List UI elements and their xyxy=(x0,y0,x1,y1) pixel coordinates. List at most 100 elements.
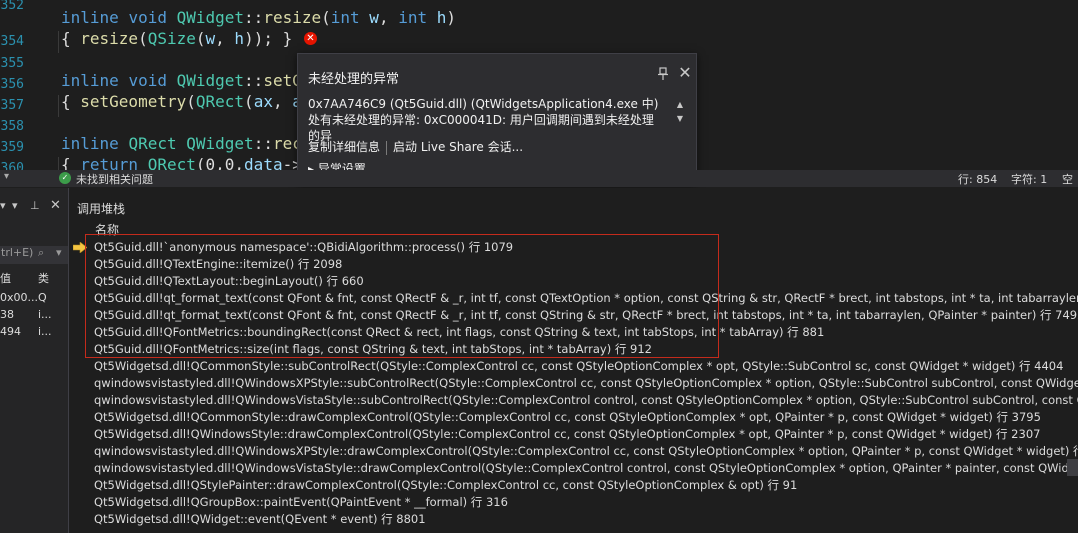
call-stack-frame[interactable]: qwindowsvistastyled.dll!QWindowsXPStyle:… xyxy=(70,375,1078,392)
code-token: ( xyxy=(186,92,196,111)
call-stack-frame[interactable]: Qt5Guid.dll!qt_format_text(const QFont &… xyxy=(70,290,1078,307)
code-token: ) xyxy=(446,8,457,27)
code-token: , xyxy=(215,29,235,48)
call-stack-frame[interactable]: Qt5Widgetsd.dll!QGroupBox::paintEvent(QP… xyxy=(70,494,1078,511)
divider xyxy=(386,140,388,155)
error-icon[interactable]: ✕ xyxy=(304,32,317,45)
code-line[interactable]: { return QRect(0,0,data-> xyxy=(61,155,302,170)
char-indicator[interactable]: 字符: 1 xyxy=(1011,171,1047,187)
code-token: QWidget xyxy=(176,71,245,90)
call-stack-frame[interactable]: Qt5Widgetsd.dll!QWidget::event(QEvent * … xyxy=(70,511,1078,528)
issues-status[interactable]: 未找到相关问题 xyxy=(76,171,153,187)
code-token: QRect xyxy=(195,92,245,111)
frame-text: Qt5Widgetsd.dll!QStylePainter::drawCompl… xyxy=(94,478,798,492)
call-stack-list[interactable]: Qt5Guid.dll!`anonymous namespace'::QBidi… xyxy=(70,239,1078,528)
code-line[interactable]: inline void QWidget::setG xyxy=(61,71,302,90)
line-number-gutter: 352 354 355 356 357 358 359 360 xyxy=(0,0,30,170)
call-stack-frame[interactable]: Qt5Widgetsd.dll!QWindowsStyle::drawCompl… xyxy=(70,426,1078,443)
fold-guide xyxy=(58,31,59,53)
copy-details-link[interactable]: 复制详细信息 xyxy=(308,140,380,154)
code-token: QWidget xyxy=(186,134,254,153)
type-cell: Q xyxy=(38,291,47,304)
frame-text: Qt5Widgetsd.dll!QWindowsStyle::drawCompl… xyxy=(94,427,1041,441)
call-stack-frame[interactable]: Qt5Guid.dll!QTextEngine::itemize() 行 209… xyxy=(70,256,1078,273)
call-stack-frame[interactable]: Qt5Guid.dll!QTextLayout::beginLayout() 行… xyxy=(70,273,1078,290)
code-token: ( xyxy=(138,29,148,48)
chevron-down-icon[interactable]: ▾ xyxy=(0,199,6,212)
call-stack-frame[interactable]: qwindowsvistastyled.dll!QWindowsXPStyle:… xyxy=(70,443,1078,460)
line-number: 356 xyxy=(0,77,24,92)
code-token: } xyxy=(272,29,293,48)
fold-guide xyxy=(58,95,59,117)
scroll-up-icon[interactable]: ▲ xyxy=(674,100,686,110)
scrollbar[interactable] xyxy=(1067,459,1078,476)
call-stack-frame[interactable]: qwindowsvistastyled.dll!QWindowsVistaSty… xyxy=(70,460,1078,477)
code-token: void xyxy=(128,8,167,27)
chevron-down-icon[interactable]: ▾ xyxy=(56,246,62,259)
line-number: 359 xyxy=(0,140,24,155)
list-item[interactable]: 38 i... xyxy=(0,308,68,325)
frame-text: Qt5Guid.dll!QTextLayout::beginLayout() 行… xyxy=(94,274,364,288)
frame-text: Qt5Guid.dll!QFontMetrics::size(int flags… xyxy=(94,342,652,356)
scroll-down-icon[interactable]: ▼ xyxy=(674,114,686,124)
frame-text: Qt5Guid.dll!QFontMetrics::boundingRect(c… xyxy=(94,325,825,339)
current-frame-arrow-icon xyxy=(73,242,87,253)
line-indicator[interactable]: 行: 854 xyxy=(958,171,997,187)
name-column-header[interactable]: 名称 xyxy=(95,221,119,238)
column-header[interactable]: 名称 xyxy=(70,220,1078,237)
code-token: ( xyxy=(244,92,254,111)
value-cell: 0x00... xyxy=(0,291,38,304)
call-stack-frame[interactable]: Qt5Widgetsd.dll!QCommonStyle::subControl… xyxy=(70,358,1078,375)
exception-actions: 复制详细信息 启动 Live Share 会话... xyxy=(308,138,523,155)
code-token: ( xyxy=(195,29,206,48)
call-stack-frame[interactable]: Qt5Guid.dll!QFontMetrics::size(int flags… xyxy=(70,341,1078,358)
call-stack-frame[interactable]: Qt5Guid.dll!`anonymous namespace'::QBidi… xyxy=(70,239,1078,256)
code-token: return xyxy=(80,155,139,170)
code-token: , xyxy=(378,8,399,27)
pin-icon[interactable] xyxy=(656,67,670,81)
search-input[interactable]: trl+E) ⌕ ▾ xyxy=(0,246,68,264)
code-token: { xyxy=(61,155,81,170)
call-stack-frame[interactable]: Qt5Widgetsd.dll!QCommonStyle::drawComple… xyxy=(70,409,1078,426)
chevron-down-icon[interactable]: ▾ xyxy=(4,171,9,182)
call-stack-frame[interactable]: Qt5Widgetsd.dll!QStylePainter::drawCompl… xyxy=(70,477,1078,494)
code-token: , xyxy=(272,92,293,111)
close-icon[interactable]: ✕ xyxy=(677,65,693,81)
panel-toolbar: ▾ ▾ ⊥ ✕ xyxy=(0,198,68,213)
call-stack-panel: 调用堆栈 名称 Qt5Guid.dll!`anonymous namespace… xyxy=(70,188,1078,533)
call-stack-frame[interactable]: Qt5Guid.dll!qt_format_text(const QFont &… xyxy=(70,307,1078,324)
code-token: ax xyxy=(253,92,273,111)
close-icon[interactable]: ✕ xyxy=(50,198,61,213)
call-stack-frame[interactable]: qwindowsvistastyled.dll!QWindowsVistaSty… xyxy=(70,392,1078,409)
frame-text: qwindowsvistastyled.dll!QWindowsXPStyle:… xyxy=(94,444,1078,458)
code-token: inline xyxy=(61,71,119,90)
code-line[interactable]: inline QRect QWidget::rect xyxy=(61,134,311,153)
code-token: h xyxy=(234,29,245,48)
code-token: data xyxy=(244,155,283,170)
line-number: 357 xyxy=(0,98,24,113)
code-token: resize xyxy=(80,29,139,48)
chevron-down-icon[interactable]: ▾ xyxy=(12,199,18,212)
frame-text: Qt5Guid.dll!qt_format_text(const QFont &… xyxy=(94,308,1078,322)
search-icon[interactable]: ⌕ xyxy=(38,246,44,260)
list-item[interactable]: 494 i... xyxy=(0,325,68,342)
call-stack-frame[interactable]: Qt5Guid.dll!QFontMetrics::boundingRect(c… xyxy=(70,324,1078,341)
code-token: { xyxy=(61,92,81,111)
code-token: h xyxy=(436,8,447,27)
code-line[interactable]: inline void QWidget::resize(int w, int h… xyxy=(61,8,456,27)
pin-icon[interactable]: ⊥ xyxy=(30,199,40,212)
code-line[interactable]: { setGeometry(QRect(ax, a xyxy=(61,92,302,111)
code-token: int xyxy=(398,8,428,27)
code-line[interactable]: { resize(QSize(w, h)); } xyxy=(61,29,292,48)
code-token: void xyxy=(128,71,167,90)
code-token: resize xyxy=(263,8,322,27)
type-cell: i... xyxy=(38,308,52,321)
call-stack-title: 调用堆栈 xyxy=(77,202,126,216)
fold-guide xyxy=(58,157,59,170)
list-item[interactable]: 0x00... Q xyxy=(0,291,68,308)
live-share-link[interactable]: 启动 Live Share 会话... xyxy=(393,140,523,154)
code-token: :: xyxy=(244,71,264,90)
